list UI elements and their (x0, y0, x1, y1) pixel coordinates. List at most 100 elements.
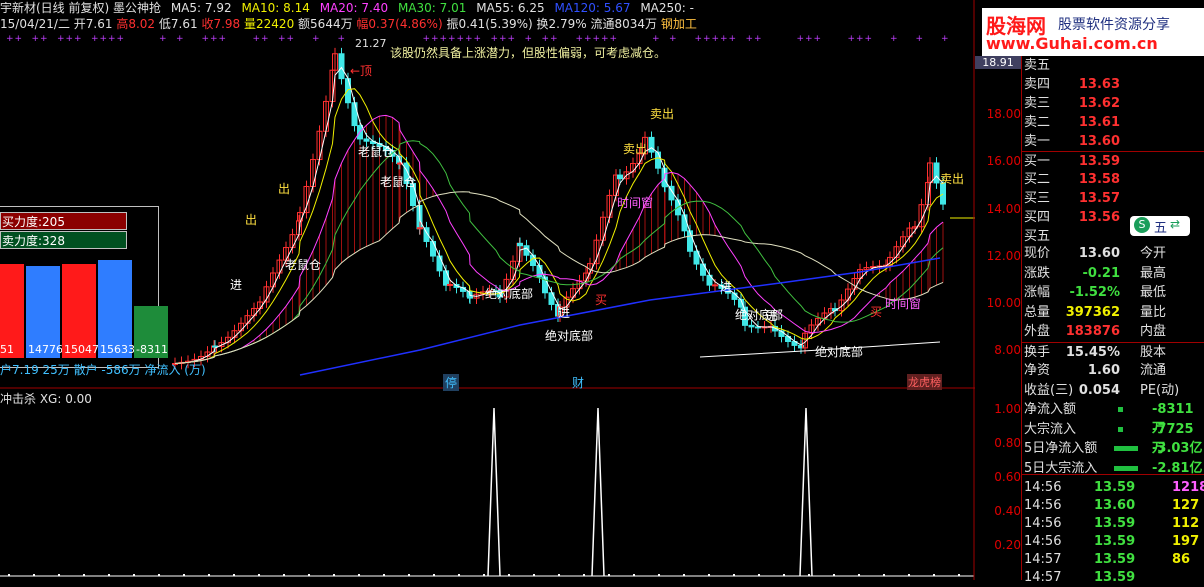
signal-spike (800, 408, 812, 576)
order-price: 13.57 (1079, 189, 1120, 208)
signal-dot: + (91, 34, 99, 44)
sub-tick-dot (858, 574, 860, 576)
tick-volume: 197 (1172, 532, 1199, 551)
tick-price: 13.59 (1094, 478, 1135, 497)
stats-row: 现价 13.60 今开 (1022, 244, 1204, 263)
sub-tick-dot (83, 574, 85, 576)
order-level: 买一 (1024, 152, 1050, 171)
sub-tick-dot (683, 574, 685, 576)
tick-volume: 1218 (1172, 478, 1204, 497)
signal-dot: + (202, 34, 210, 44)
advice-comment: 该股仍然具备上涨潜力，但股性偏弱，可考虑减仓。 (390, 44, 666, 61)
candle-body (352, 103, 357, 126)
sub-tick-dot (408, 574, 410, 576)
order-price: 13.63 (1079, 75, 1120, 94)
stats-row: 换手 15.45% 股本 (1022, 342, 1204, 362)
stat-label-2: 股本 (1140, 343, 1166, 362)
signal-dot: + (465, 34, 473, 44)
guhai-logo[interactable]: 股海网 股票软件资源分享 www.Guhai.com.cn (982, 8, 1204, 56)
tick-time: 14:56 (1024, 496, 1061, 515)
tick-volume: 86 (1172, 550, 1190, 569)
candle-body (448, 284, 453, 285)
signal-dot: + (15, 34, 23, 44)
candle-body (656, 152, 661, 168)
signal-dot: + (797, 34, 805, 44)
tick-row: 14:57 13.59 (1022, 568, 1204, 587)
flow-label: 5日净流入额 (1024, 439, 1097, 458)
signal-dot: + (32, 34, 40, 44)
sub-tick-dot (333, 574, 335, 576)
order-book-row[interactable]: 卖一 13.60 (1022, 132, 1204, 151)
signal-dot: + (729, 34, 737, 44)
candle-body (663, 186, 668, 187)
label-bottom-2: 绝对底部 (545, 327, 593, 344)
y-tick-16: 16.00 (975, 154, 1021, 168)
order-book-row[interactable]: 卖四 13.63 (1022, 75, 1204, 94)
label-bottom-4: 绝对底部 (815, 343, 863, 360)
order-book-row[interactable]: 卖二 13.61 (1022, 113, 1204, 132)
signal-dot: + (746, 34, 754, 44)
tick-volume: 112 (1172, 514, 1199, 533)
order-book-row[interactable]: 买三 13.57 (1022, 189, 1204, 208)
money-flow-summary: 户7.19 25万 散户 -586万 净流入 (万) (0, 361, 206, 378)
order-level: 买二 (1024, 170, 1050, 189)
order-book-row[interactable]: 卖五 (1022, 56, 1204, 75)
stat-label: 换手 (1024, 343, 1050, 362)
tick-row: 14:56 13.60 127 (1022, 496, 1204, 515)
float-badge[interactable]: S 五 ⇄ (1130, 216, 1190, 236)
order-book-row[interactable]: 买二 13.58 (1022, 170, 1204, 189)
tick-price: 13.59 (1094, 550, 1135, 569)
signal-dot: + (941, 34, 949, 44)
signal-spike (592, 408, 604, 576)
label-enter-4: 进 (765, 307, 777, 324)
signal-dot: + (176, 34, 184, 44)
signal-spike (488, 408, 500, 576)
flow-row: 大宗流入 -7725万 (1022, 420, 1204, 439)
event-marker-finance[interactable]: 财 (572, 374, 584, 391)
tick-row: 14:56 13.59 1218 (1022, 478, 1204, 497)
sub-tick-dot (383, 574, 385, 576)
signal-dot: + (856, 34, 864, 44)
signal-dot: + (74, 34, 82, 44)
sub-y-tick-02: 0.20 (975, 538, 1021, 552)
stat-label-2: 流通 (1140, 361, 1166, 380)
label-buy-1: 买 (595, 291, 607, 308)
share-icon: ⇄ (1170, 217, 1180, 231)
label-out-2: 出 (278, 180, 290, 197)
signal-dot: + (278, 34, 286, 44)
y-tick-8: 8.00 (975, 343, 1021, 357)
candle-body (618, 175, 623, 179)
flow-row: 净流入额 -8311万 (1022, 400, 1204, 419)
signal-dot: + (593, 34, 601, 44)
candle-body (649, 137, 654, 152)
signal-dot: + (754, 34, 762, 44)
stat-label: 净资 (1024, 361, 1050, 380)
sub-tick-dot (908, 574, 910, 576)
stat-value: 183876 (1066, 322, 1120, 341)
event-marker-halt[interactable]: 停 (443, 374, 459, 391)
stat-label: 涨幅 (1024, 283, 1050, 302)
order-book-row[interactable]: 卖三 13.62 (1022, 94, 1204, 113)
flow-bar (1114, 466, 1138, 471)
signal-dot: + (57, 34, 65, 44)
signal-dot: + (423, 34, 431, 44)
s-icon: S (1134, 217, 1150, 233)
stat-label-2: 今开 (1140, 244, 1166, 263)
label-timewindow-1: 时间窗 (617, 194, 653, 211)
sub-tick-dot (183, 574, 185, 576)
tick-price: 13.59 (1094, 514, 1135, 533)
stat-label-2: PE(动) (1140, 381, 1179, 400)
signal-dot: + (117, 34, 125, 44)
signal-dot: + (525, 34, 533, 44)
signal-dot: + (6, 34, 14, 44)
signal-dot: + (865, 34, 873, 44)
order-book-row[interactable]: 买一 13.59 (1022, 151, 1204, 171)
signal-dot: + (669, 34, 677, 44)
flow-value: -3.03亿 (1152, 439, 1202, 458)
y-tick-10: 10.00 (975, 296, 1021, 310)
stat-value: -1.52% (1070, 283, 1121, 302)
stat-label-2: 最高 (1140, 264, 1166, 283)
stat-label: 现价 (1024, 244, 1050, 263)
event-marker-dragon-tiger[interactable]: 龙虎榜 (907, 374, 942, 390)
sub-tick-dot (233, 574, 235, 576)
